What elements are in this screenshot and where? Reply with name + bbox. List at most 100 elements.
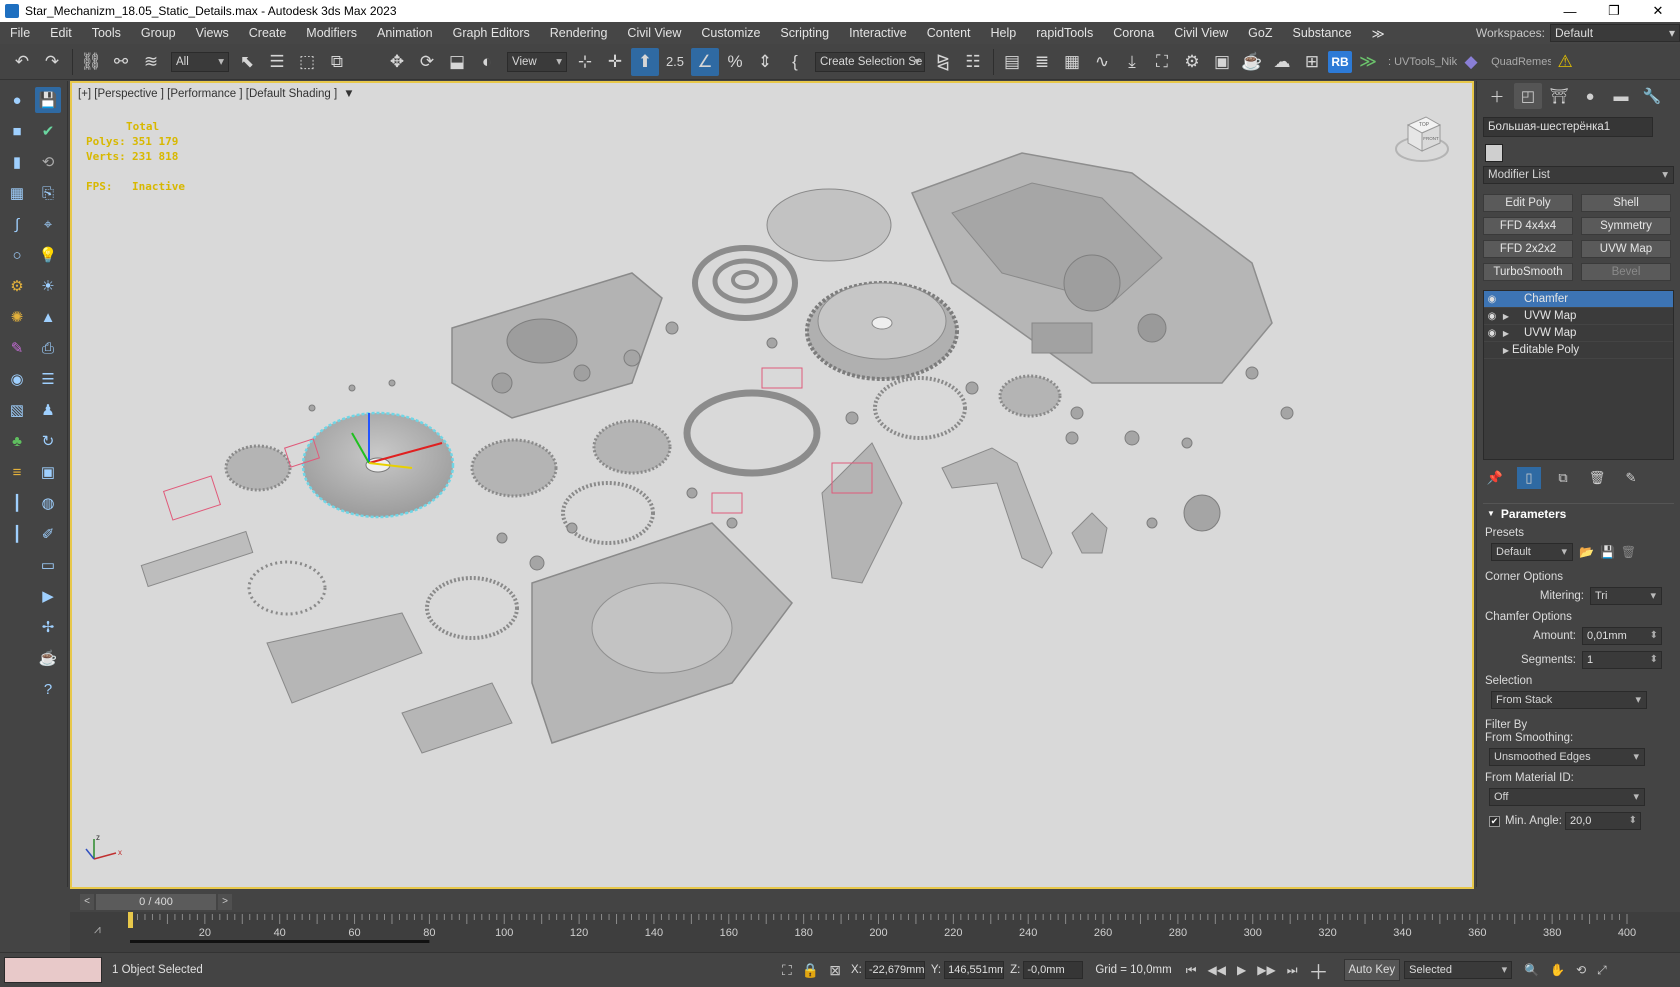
menu-item-content[interactable]: Content xyxy=(917,26,981,40)
stack-layers-icon[interactable]: ≡ xyxy=(4,459,30,485)
pen-icon[interactable]: ✎ xyxy=(4,335,30,361)
angle-snap-icon[interactable]: ∠ xyxy=(691,47,719,76)
z-coordinate-field[interactable]: -0,0mm xyxy=(1023,961,1084,979)
perspective-viewport[interactable]: [+] [Perspective ] [Performance ] [Defau… xyxy=(70,81,1474,889)
tree-icon[interactable]: ♣ xyxy=(4,428,30,454)
render-shortcuts-icon[interactable]: ⊞ xyxy=(1298,48,1326,76)
curve-editor-icon[interactable]: ∿ xyxy=(1088,48,1116,76)
rotate-view-icon[interactable]: ⟲ xyxy=(35,149,61,175)
stack-item-editable-poly[interactable]: ▶ Editable Poly xyxy=(1484,342,1673,359)
reference-coordinate-dropdown[interactable]: View xyxy=(507,51,567,72)
select-manipulate-icon[interactable]: ✛ xyxy=(601,48,629,76)
create-selection-set-dropdown[interactable]: Create Selection Se xyxy=(815,51,925,72)
mirror-icon[interactable]: ⧎ xyxy=(929,48,957,76)
quadremesher-label[interactable]: QuadRemesher xyxy=(1491,56,1551,68)
snap-toggle-icon[interactable]: 2.5 xyxy=(661,48,689,76)
select-by-name-icon[interactable]: ☰ xyxy=(263,48,291,76)
menu-item-goz[interactable]: GoZ xyxy=(1238,26,1282,40)
scatter-icon[interactable]: ✺ xyxy=(4,304,30,330)
zoom-icon[interactable]: 🔍 xyxy=(1524,963,1539,977)
expand-arrow-icon[interactable]: ▶ xyxy=(1500,312,1512,321)
menu-item-views[interactable]: Views xyxy=(186,26,239,40)
list-panel-icon[interactable]: ☰ xyxy=(35,366,61,392)
rendered-frame-window-icon[interactable]: ▣ xyxy=(1208,48,1236,76)
undo-icon[interactable]: ↶ xyxy=(8,48,36,76)
map-icon[interactable]: ▧ xyxy=(4,397,30,423)
selection-range-bar[interactable] xyxy=(130,940,430,943)
ribbon-icon[interactable]: ▦ xyxy=(1058,48,1086,76)
absolute-mode-icon[interactable]: ⊠ xyxy=(829,962,841,979)
select-object-icon[interactable]: ⬉ xyxy=(233,48,261,76)
teapot-icon[interactable]: ☕ xyxy=(35,645,61,671)
modifier-button-ffd-4x4x4[interactable]: FFD 4x4x4 xyxy=(1483,217,1573,235)
viewport-label[interactable]: [+] [Perspective ] [Performance ] [Defau… xyxy=(78,88,355,100)
camera-icon[interactable]: ⎘ xyxy=(35,180,61,206)
make-unique-icon[interactable]: ⧉ xyxy=(1551,467,1575,489)
next-key-icon[interactable]: ▶▶ xyxy=(1257,963,1275,977)
viewcube-icon[interactable]: TOP FRONT xyxy=(1394,109,1450,165)
edit-named-selection-icon[interactable]: { xyxy=(781,48,809,76)
select-move-icon[interactable]: ✥ xyxy=(383,48,411,76)
set-key-icon[interactable]: ＋ xyxy=(1309,956,1329,985)
object-name-field[interactable]: Большая-шестерёнка1 xyxy=(1483,117,1653,137)
cone-icon[interactable]: ▲ xyxy=(35,304,61,330)
menu-item-modifiers[interactable]: Modifiers xyxy=(296,26,367,40)
menu-item-animation[interactable]: Animation xyxy=(367,26,443,40)
delete-preset-icon[interactable]: 🗑 xyxy=(1621,545,1636,559)
keyboard-shortcut-override-icon[interactable]: ⬆ xyxy=(631,47,659,76)
selection-filter-dropdown[interactable]: All xyxy=(171,51,229,72)
time-slider-thumb[interactable]: 0 / 400 xyxy=(96,894,216,910)
orbit-icon[interactable]: ⟲ xyxy=(1576,963,1586,977)
selection-dropdown[interactable]: From Stack xyxy=(1491,691,1647,709)
light-bulb-icon[interactable]: 💡 xyxy=(35,242,61,268)
spinner-snap-icon[interactable]: ⇕ xyxy=(751,48,779,76)
scene-explorer-icon[interactable]: ▤ xyxy=(998,48,1026,76)
modifier-stack[interactable]: ◉ Chamfer ◉ ▶ UVW Map ◉ ▶ UVW Map ▶ Editable Poly xyxy=(1483,290,1674,460)
maxscript-listener-field[interactable] xyxy=(4,957,102,983)
remove-modifier-icon[interactable]: 🗑 xyxy=(1585,467,1609,489)
render-setup-icon[interactable]: ⚙ xyxy=(1178,48,1206,76)
save-icon[interactable]: 💾 xyxy=(35,87,61,113)
align-icon[interactable]: ☷ xyxy=(959,48,987,76)
plane-primitive-icon[interactable]: ▦ xyxy=(4,180,30,206)
previous-key-icon[interactable]: ◀◀ xyxy=(1208,963,1226,977)
layer-explorer-icon[interactable]: ≣ xyxy=(1028,48,1056,76)
menu-item-rendering[interactable]: Rendering xyxy=(540,26,618,40)
gear-icon[interactable]: ⚙ xyxy=(4,273,30,299)
rollout-collapse-icon[interactable]: ▼ xyxy=(1487,509,1495,518)
modifier-list-dropdown[interactable]: Modifier List xyxy=(1483,166,1674,184)
motion-tab-icon[interactable]: ● xyxy=(1576,83,1604,109)
expand-arrow-icon[interactable]: ▶ xyxy=(1500,329,1512,338)
menu-item-civil-view[interactable]: Civil View xyxy=(1164,26,1238,40)
menu-item-file[interactable]: File xyxy=(0,26,40,40)
brush-icon[interactable]: ✐ xyxy=(35,521,61,547)
window-crossing-icon[interactable]: ⧉ xyxy=(323,48,351,76)
stack-item-uvw-map[interactable]: ◉ ▶ UVW Map xyxy=(1484,325,1673,342)
play-panel-icon[interactable]: ▶ xyxy=(35,583,61,609)
menu-item-graph-editors[interactable]: Graph Editors xyxy=(443,26,540,40)
modifier-button-edit-poly[interactable]: Edit Poly xyxy=(1483,194,1573,212)
menu-item-interactive[interactable]: Interactive xyxy=(839,26,917,40)
warning-icon[interactable]: ⚠ xyxy=(1551,48,1579,76)
sun-icon[interactable]: ☀ xyxy=(35,273,61,299)
save-preset-icon[interactable]: 💾 xyxy=(1600,545,1615,559)
menu-item-edit[interactable]: Edit xyxy=(40,26,82,40)
isolate-selection-icon[interactable]: ⛶ xyxy=(782,962,792,979)
spline-icon[interactable]: ∫ xyxy=(4,211,30,237)
modifier-button-turbosmooth[interactable]: TurboSmooth xyxy=(1483,263,1573,281)
scene-geometry[interactable] xyxy=(72,83,1474,889)
place-icon[interactable]: ◐ xyxy=(473,48,501,76)
modifier-button-symmetry[interactable]: Symmetry xyxy=(1581,217,1671,235)
parameters-rollout-header[interactable]: ▼ Parameters xyxy=(1483,503,1674,521)
key-filter-dropdown[interactable]: Selected xyxy=(1404,961,1513,979)
trackbar-ticks[interactable]: 20 40 60 80 100 120 140 160 180 200 220 240 260 280 30… xyxy=(70,912,1680,952)
presets-dropdown[interactable]: Default xyxy=(1491,543,1573,561)
segments-spinner[interactable]: 1 xyxy=(1582,651,1662,669)
next-frame-button[interactable]: > xyxy=(218,894,232,910)
box-primitive-icon[interactable]: ■ xyxy=(4,118,30,144)
display-tab-icon[interactable]: ▬ xyxy=(1607,83,1635,109)
utilities-tab-icon[interactable]: 🔧 xyxy=(1638,83,1666,109)
camera-rig-icon[interactable]: ⌖ xyxy=(35,211,61,237)
move-panel-icon[interactable]: ✢ xyxy=(35,614,61,640)
pivot-center-icon[interactable]: ⊹ xyxy=(571,48,599,76)
